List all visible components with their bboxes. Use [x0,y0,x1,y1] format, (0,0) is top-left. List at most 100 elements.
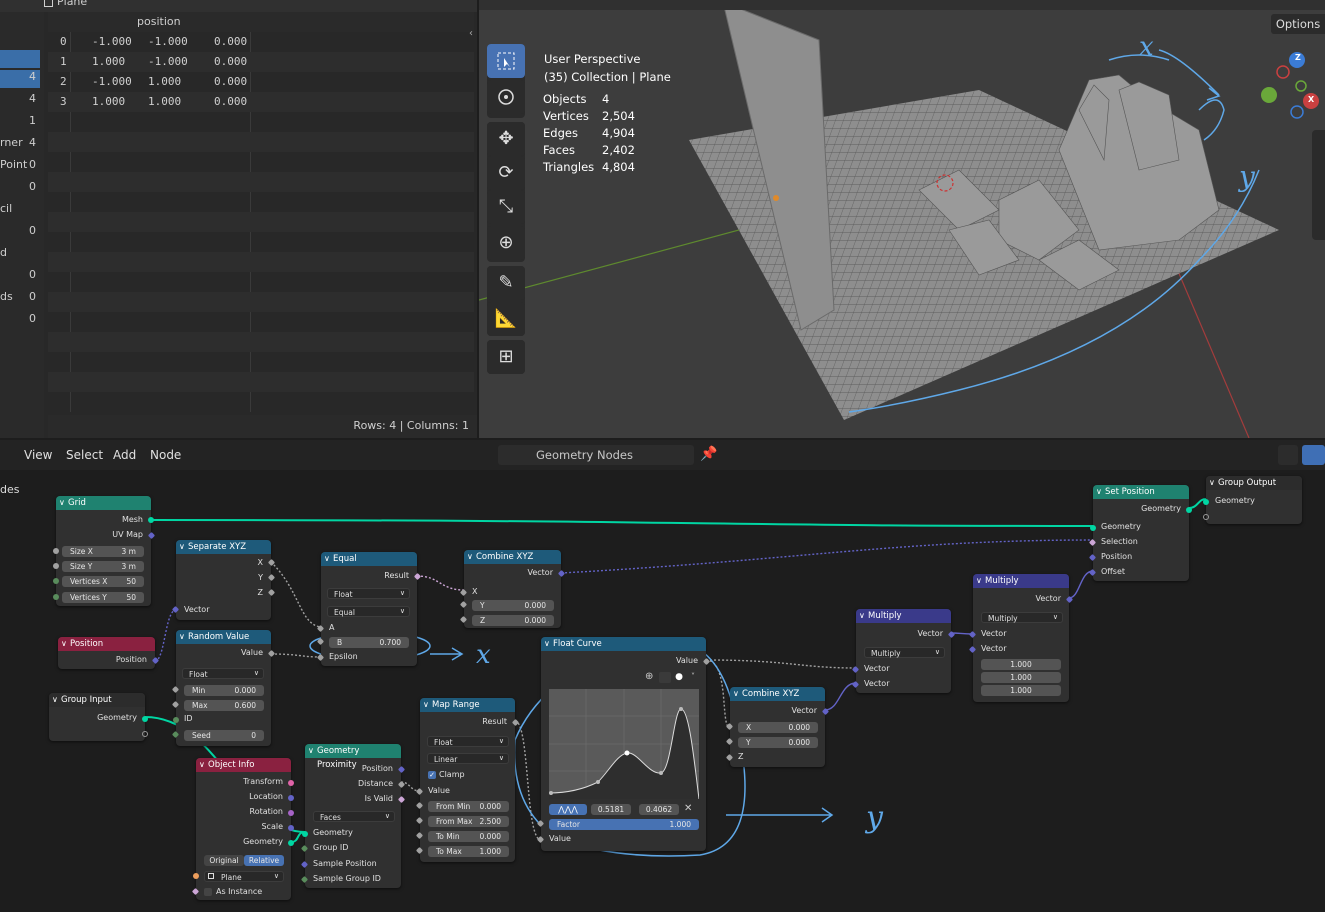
node-multiply-1[interactable]: Multiply Vector Multiply Vector Vector [851,609,956,693]
field-vertices-y[interactable]: Vertices Y 50 [62,592,144,603]
field-from-min[interactable]: From Min 0.000 [428,801,509,812]
object-field[interactable]: Plane [204,871,284,882]
dropdown-data-type[interactable]: Float [182,668,264,679]
cursor-icon[interactable] [487,80,525,114]
domain-list-item[interactable]: rner 4 [0,136,40,154]
curve-graph[interactable] [549,689,699,799]
node-separate-xyz[interactable]: Separate XYZ X Y Z Vector [171,540,276,620]
field-from-max[interactable]: From Max 2.500 [428,816,509,827]
options-button[interactable]: Options [1271,14,1325,34]
field-y[interactable]: Y 0.000 [738,737,818,748]
spreadsheet-object-selector[interactable]: Plane [44,0,87,8]
toggle-relative[interactable]: Relative [244,855,284,866]
socket-empty[interactable] [142,731,148,737]
node-equal[interactable]: Equal Result Float Equal A B0.700 Epsilo… [316,552,422,666]
socket-id[interactable] [173,717,179,723]
socket-geometry[interactable] [142,716,148,722]
handle-type-icons[interactable]: ⋀⋀⋀ [549,804,587,815]
curve-menu-icon[interactable]: ˅ [687,672,699,683]
domain-list-item[interactable]: ds 0 [0,290,40,308]
rotate-icon[interactable]: ⟳ [487,156,525,190]
socket-size-x[interactable] [53,548,59,554]
domain-list-item[interactable]: 0 [0,224,40,242]
annotate-icon[interactable]: ✎ [487,266,525,300]
field-seed[interactable]: Seed 0 [184,730,264,741]
field-size-x[interactable]: Size X3 m [62,546,144,557]
column-header-position[interactable]: position [137,15,181,28]
domain-list-item[interactable]: Point 0 [0,158,40,176]
domain-list-item[interactable]: 0 [0,180,40,198]
field-x[interactable]: X 0.000 [738,722,818,733]
node-map-range[interactable]: Map Range Result Float Linear ✓ Clamp Va… [415,698,520,862]
toggle-original[interactable]: Original [204,855,244,866]
node-combine-xyz-2[interactable]: Combine XYZ Vector X0.000 Y0.000 Z [725,687,830,767]
navigation-controls[interactable] [1312,130,1325,240]
checkbox-as-instance[interactable] [204,888,212,896]
socket-rotation[interactable] [288,810,294,816]
node-multiply-2[interactable]: Multiply Vector Multiply Vector Vector 1… [968,574,1074,702]
delete-point-icon[interactable]: ✕ [684,803,692,814]
socket-scale[interactable] [288,825,294,831]
zoom-in-icon[interactable]: ⊕ [645,671,657,683]
field-point-x[interactable]: 0.5181 [591,804,631,815]
transform-icon[interactable]: ⊕ [487,226,525,260]
node-position[interactable]: Position Position [58,637,160,669]
field-vector-x[interactable]: 1.000 [981,659,1061,670]
field-factor[interactable]: Factor 1.000 [549,819,699,830]
scale-icon[interactable]: ⤡ [487,190,525,224]
domain-list-item[interactable] [0,50,40,68]
socket-geometry-out[interactable] [1186,507,1192,513]
domain-list-item[interactable]: cil [0,202,40,220]
dropdown-operation[interactable]: Multiply [981,612,1063,623]
socket-mesh[interactable] [148,517,154,523]
dropdown-data-type[interactable]: Float [327,588,410,599]
collapse-arrow-icon[interactable]: ‹ [469,28,473,39]
measure-icon[interactable]: 📐 [487,302,525,336]
node-editor[interactable]: View Select Add Node Geometry Nodes 📌 de… [0,440,1325,912]
select-box-icon[interactable] [487,44,525,78]
node-float-curve[interactable]: Float Curve Value ⊕ ● ˅ ⋀⋀⋀ 0.5181 0.406… [536,637,711,851]
field-point-y[interactable]: 0.4062 [639,804,679,815]
field-z[interactable]: Z 0.000 [472,615,554,626]
socket-vertices-x[interactable] [53,578,59,584]
socket-geometry[interactable] [1203,499,1209,505]
field-b[interactable]: B 0.700 [329,637,409,648]
socket-geometry-in[interactable] [1090,525,1096,531]
node-group-output[interactable]: Group Output Geometry [1203,476,1302,524]
node-group-input[interactable]: Group Input Geometry [49,693,148,741]
dropdown-operation[interactable]: Equal [327,606,410,617]
socket-location[interactable] [288,795,294,801]
dropdown-target-element[interactable]: Faces [313,811,395,822]
domain-list-item[interactable]: 0 [0,268,40,286]
domain-list-item[interactable]: 4 [0,92,40,110]
checkbox-clamp[interactable]: ✓ [428,771,436,779]
field-vector-y[interactable]: 1.000 [981,672,1061,683]
add-cube-icon[interactable]: ⊞ [487,340,525,374]
clip-icon[interactable]: ● [673,672,685,683]
domain-list-item[interactable]: 4 [0,70,40,88]
socket-empty[interactable] [1203,514,1209,520]
node-geometry-proximity[interactable]: Geometry Proximity Position Distance Is … [300,744,406,888]
field-to-max[interactable]: To Max 1.000 [428,846,509,857]
socket-geometry-in[interactable] [302,831,308,837]
socket-transform[interactable] [288,780,294,786]
field-max[interactable]: Max 0.600 [184,700,264,711]
field-y[interactable]: Y 0.000 [472,600,554,611]
field-min[interactable]: Min 0.000 [184,685,264,696]
gizmo-x-label[interactable]: X [1308,95,1314,104]
node-random-value[interactable]: Random Value Value Float Min0.000 Max0.6… [171,630,276,746]
field-to-min[interactable]: To Min 0.000 [428,831,509,842]
3d-viewport[interactable]: User Perspective (35) Collection | Plane… [479,0,1325,438]
domain-list-item[interactable]: 0 [0,312,40,330]
node-grid[interactable]: Grid Mesh UV Map Size X3 m Size Y3 m Ver… [53,496,156,606]
node-set-position[interactable]: Set Position Geometry Geometry Selection… [1088,485,1192,581]
node-combine-xyz-1[interactable]: Combine XYZ Vector X Y0.000 Z0.000 [459,550,566,628]
field-vector-z[interactable]: 1.000 [981,685,1061,696]
move-icon[interactable]: ✥ [487,122,525,156]
dropdown-operation[interactable]: Multiply [864,647,945,658]
node-object-info[interactable]: Object Info Transform Location Rotation … [191,758,294,900]
gizmo-z-label[interactable]: Z [1295,53,1301,62]
dropdown-interpolation[interactable]: Linear [427,753,509,764]
socket-object[interactable] [193,873,199,879]
socket-geometry[interactable] [288,840,294,846]
